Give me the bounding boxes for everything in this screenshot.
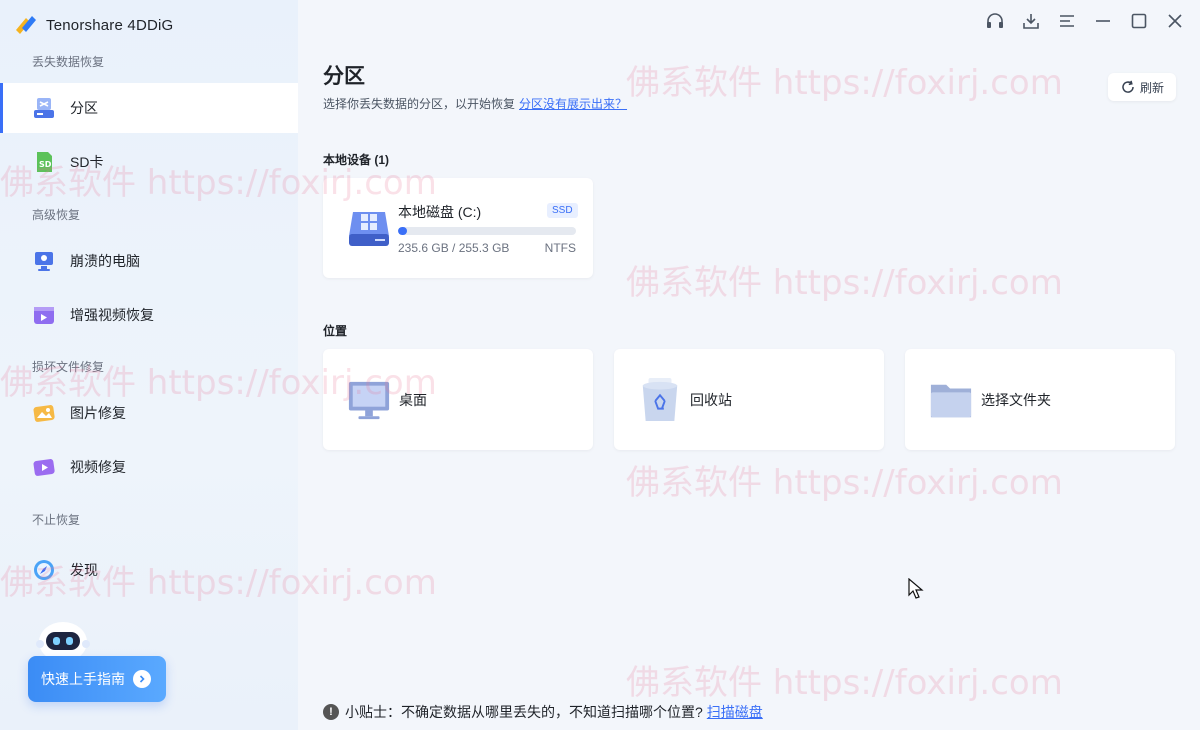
close-icon[interactable] bbox=[1164, 10, 1186, 32]
refresh-label: 刷新 bbox=[1139, 80, 1164, 95]
sd-card-icon: SD bbox=[32, 150, 56, 174]
recycle-bin-icon bbox=[638, 376, 682, 424]
svg-text:SD: SD bbox=[39, 160, 52, 169]
sidebar-item-video-repair[interactable]: 视频修复 bbox=[0, 442, 298, 492]
page-subtitle: 选择你丢失数据的分区，以开始恢复 分区没有展示出来？ bbox=[323, 95, 627, 112]
folder-icon bbox=[929, 376, 973, 424]
disk-size: 235.6 GB / 255.3 GB bbox=[398, 241, 510, 255]
disk-usage-fill bbox=[398, 227, 407, 235]
chevron-right-icon bbox=[133, 670, 151, 688]
info-icon: ! bbox=[323, 704, 339, 720]
location-recycle-bin[interactable]: 回收站 bbox=[614, 349, 884, 450]
sidebar-item-crashed-pc[interactable]: 崩溃的电脑 bbox=[0, 236, 298, 286]
location-select-folder[interactable]: 选择文件夹 bbox=[905, 349, 1175, 450]
sidebar-item-label: 图片修复 bbox=[70, 405, 126, 421]
sidebar-item-photo-repair[interactable]: 图片修复 bbox=[0, 388, 298, 438]
photo-repair-icon bbox=[32, 401, 56, 425]
quick-start-guide-label: 快速上手指南 bbox=[41, 671, 125, 687]
disk-name: 本地磁盘 (C:) bbox=[398, 204, 482, 220]
location-label: 桌面 bbox=[399, 391, 427, 408]
page-title: 分区 bbox=[323, 65, 365, 88]
video-recovery-icon bbox=[32, 303, 56, 327]
crashed-pc-icon bbox=[32, 249, 56, 273]
location-label: 选择文件夹 bbox=[981, 391, 1051, 408]
sidebar: Tenorshare 4DDiG 丢失数据恢复 分区 SD SD卡 高级恢复 崩… bbox=[0, 0, 298, 730]
location-desktop[interactable]: 桌面 bbox=[323, 349, 593, 450]
refresh-button[interactable]: 刷新 bbox=[1108, 73, 1176, 101]
disk-type-badge: SSD bbox=[547, 203, 578, 218]
partition-missing-link[interactable]: 分区没有展示出来？ bbox=[519, 97, 627, 111]
page-subtitle-text: 选择你丢失数据的分区，以开始恢复 bbox=[323, 97, 516, 111]
menu-icon[interactable] bbox=[1056, 10, 1078, 32]
maximize-icon[interactable] bbox=[1128, 10, 1150, 32]
window-controls bbox=[984, 10, 1186, 32]
app-logo-icon bbox=[16, 16, 36, 34]
refresh-icon bbox=[1122, 80, 1134, 93]
sidebar-item-label: 增强视频恢复 bbox=[70, 307, 154, 323]
section-title-advanced: 高级恢复 bbox=[32, 208, 81, 222]
sidebar-item-discover[interactable]: 发现 bbox=[0, 545, 298, 595]
disk-card-c[interactable]: 本地磁盘 (C:) SSD 235.6 GB / 255.3 GB NTFS bbox=[323, 178, 593, 278]
sidebar-item-label: SD卡 bbox=[70, 154, 104, 170]
video-repair-icon bbox=[32, 455, 56, 479]
section-title-repair: 损坏文件修复 bbox=[32, 360, 105, 374]
disk-filesystem: NTFS bbox=[544, 241, 576, 255]
support-headset-icon[interactable] bbox=[984, 10, 1006, 32]
app-title: Tenorshare 4DDiG bbox=[46, 16, 174, 34]
scan-disk-link[interactable]: 扫描磁盘 bbox=[707, 702, 763, 722]
sidebar-item-video-enhance[interactable]: 增强视频恢复 bbox=[0, 290, 298, 340]
section-title-lost-data: 丢失数据恢复 bbox=[32, 55, 105, 69]
section-title-more: 不止恢复 bbox=[32, 513, 81, 527]
minimize-icon[interactable] bbox=[1092, 10, 1114, 32]
sidebar-item-sd-card[interactable]: SD SD卡 bbox=[0, 137, 298, 187]
sidebar-item-partition[interactable]: 分区 bbox=[0, 83, 298, 133]
tip-bar: ! 小贴士：不确定数据从哪里丢失的，不知道扫描哪个位置? 扫描磁盘 bbox=[323, 702, 763, 722]
mouse-cursor-icon bbox=[908, 578, 924, 599]
partition-icon bbox=[32, 96, 56, 120]
brand: Tenorshare 4DDiG bbox=[12, 12, 173, 38]
tip-text: 小贴士：不确定数据从哪里丢失的，不知道扫描哪个位置? bbox=[345, 704, 703, 720]
sidebar-item-label: 分区 bbox=[70, 100, 98, 116]
download-icon[interactable] bbox=[1020, 10, 1042, 32]
local-devices-label: 本地设备 (1) bbox=[323, 153, 390, 167]
disk-usage-bar bbox=[398, 227, 576, 235]
sidebar-item-label: 崩溃的电脑 bbox=[70, 253, 140, 269]
location-label: 回收站 bbox=[690, 391, 732, 408]
locations-label: 位置 bbox=[323, 324, 348, 338]
quick-start-guide-button[interactable]: 快速上手指南 bbox=[28, 656, 166, 702]
hard-disk-icon bbox=[349, 212, 389, 246]
sidebar-item-label: 发现 bbox=[70, 562, 98, 578]
discover-icon bbox=[32, 558, 56, 582]
desktop-icon bbox=[347, 376, 391, 424]
main-panel: 分区 选择你丢失数据的分区，以开始恢复 分区没有展示出来？ 刷新 本地设备 (1)… bbox=[298, 0, 1200, 730]
sidebar-item-label: 视频修复 bbox=[70, 459, 126, 475]
